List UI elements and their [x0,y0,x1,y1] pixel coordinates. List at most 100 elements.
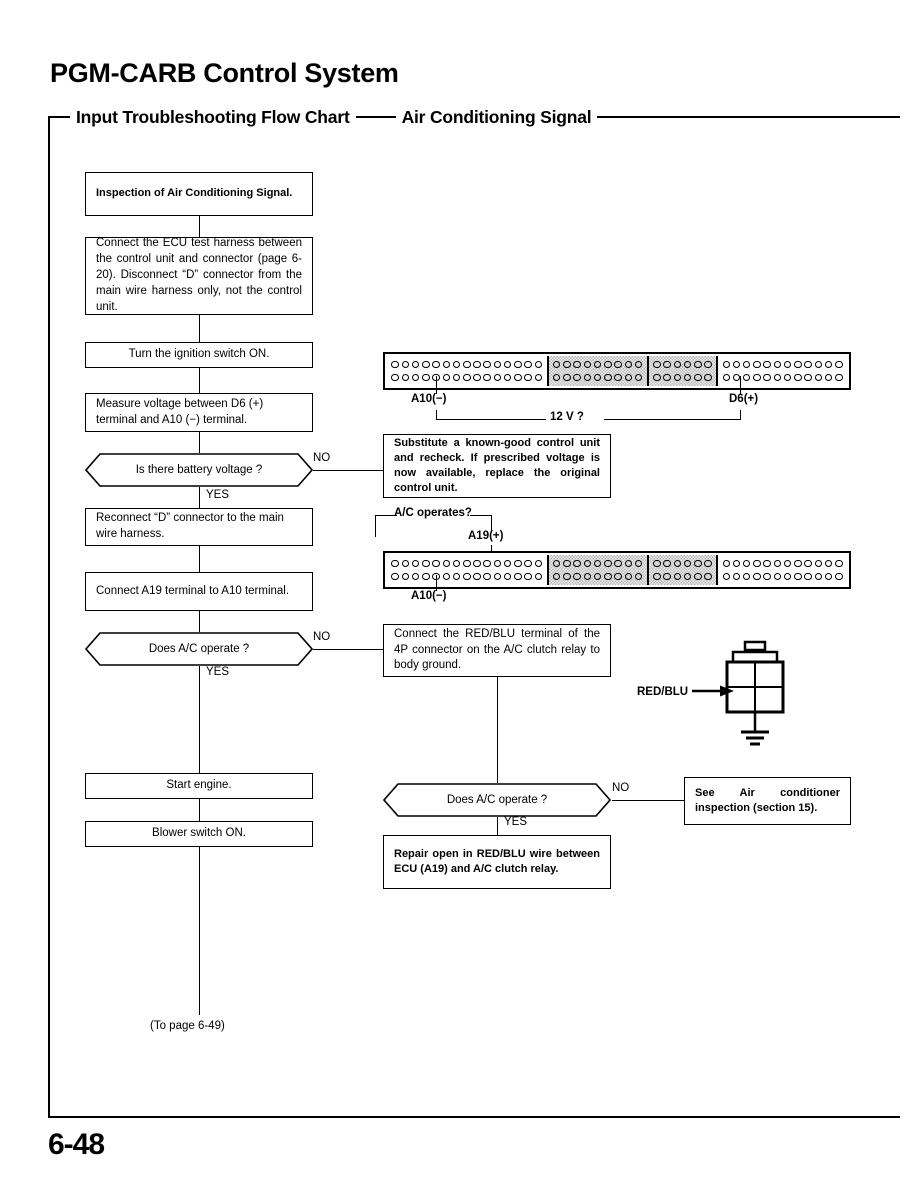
manual-page: PGM-CARB Control System Input Troublesho… [0,0,918,1188]
connector-pin [583,572,592,581]
connector-pin [411,559,420,568]
connector-pin [624,572,633,581]
box-substitute-control-unit-text: Substitute a known-good control unit and… [394,436,600,495]
connector-pin [573,559,581,568]
connector-pin [773,559,782,568]
frame-left-border [48,116,50,1118]
connector-pin [742,559,751,568]
decision-ac-operate-1: Does A/C operate ? [85,632,313,666]
rule-middle [355,116,396,118]
section-subtitle-bar: Input Troubleshooting Flow Chart Air Con… [48,104,900,130]
box-reconnect-d-connector-text: Reconnect “D” connector to the main wire… [96,512,284,540]
connector-segment-2 [646,555,717,585]
connector-pin [473,559,481,568]
connector-pin [742,572,751,581]
connector-pin-row [652,570,713,582]
connector-pin-row [390,558,544,570]
connector-pin [483,559,491,568]
connector-pin [503,373,512,382]
connector-pin [835,572,843,581]
connector-pin [524,572,532,581]
connector-line [199,432,200,453]
connector-pin [683,572,692,581]
connector-pin [653,373,661,382]
redblu-arrow-icon [692,685,734,697]
connector-pin [593,373,602,382]
connector-pin [422,373,430,382]
connector-pin [673,373,682,382]
connector-pin [463,373,471,382]
edge-label-no-3: NO [612,782,630,794]
edge-label-yes-1: YES [206,489,230,501]
connector-segment-0 [387,555,547,585]
connector-pin [694,572,702,581]
connector-pin [534,360,543,369]
connector-pin [604,373,612,382]
connector-pin [583,559,592,568]
connector-pin [483,373,491,382]
connector-pin [534,373,543,382]
connector-pin [742,373,751,382]
box-substitute-control-unit: Substitute a known-good control unit and… [383,434,611,498]
connector-segment-2 [646,356,717,386]
box-ignition-on: Turn the ignition switch ON. [85,342,313,368]
connector-pin [804,572,812,581]
connector-pin [722,572,730,581]
connector-line [497,677,498,783]
connector-pin [503,572,512,581]
connector-pin [524,360,532,369]
connector-pin [391,373,399,382]
connector-pin [422,572,430,581]
connector-pin [514,572,522,581]
edge-label-no-1: NO [313,452,331,464]
connector-pin [804,360,812,369]
connector-pin-row [721,570,844,582]
connector-pin [683,559,692,568]
connector-pin [493,360,502,369]
rule-left [48,116,70,118]
connector-line [199,546,200,572]
box-start-engine: Start engine. [85,773,313,799]
connector-pin [663,572,671,581]
decision-battery-voltage: Is there battery voltage ? [85,453,313,487]
connector-pin-row [552,570,644,582]
connector-pin [732,559,741,568]
connector-pin [422,559,430,568]
connector-pin [673,559,682,568]
connector-pin-row [552,371,644,383]
connector-pin [552,373,561,382]
box-see-air-conditioner-inspection-text: See Air conditioner inspection (section … [695,786,840,814]
connector-pin [814,373,823,382]
connector-pin [804,373,812,382]
box-connect-a19-a10: Connect A19 terminal to A10 terminal. [85,572,313,611]
ac-operates-bracket-top-right [470,515,492,516]
box-inspection: Inspection of Air Conditioning Signal. [85,172,313,216]
page-number: 6-48 [48,1128,105,1161]
connector-pin [473,360,481,369]
connector-pin [552,360,561,369]
connector-segment-1 [546,555,647,585]
rule-right [597,116,900,118]
connector-line [313,649,383,650]
connector-line [199,666,200,775]
pin-pointer-a10-bottom [436,575,437,591]
connector-segment-0 [387,356,547,386]
connector-pin-row [552,359,644,371]
connector-pin [524,559,532,568]
connector-pin [452,373,461,382]
connector-pin [604,572,612,581]
connector-pin [783,360,792,369]
connector-pin [593,559,602,568]
pin-pointer-d6 [740,376,741,394]
connector-pin [563,559,571,568]
connector-pin [722,559,730,568]
connector-pin [473,572,481,581]
box-repair-open-redblu: Repair open in RED/BLU wire between ECU … [383,835,611,889]
connector-pin [663,360,671,369]
box-measure-voltage-text: Measure voltage between D6 (+) terminal … [96,397,264,426]
connector-pin [514,559,522,568]
connector-pin [442,572,451,581]
connector-pin [694,360,702,369]
connector-pin [493,572,502,581]
connector-pin [704,559,712,568]
